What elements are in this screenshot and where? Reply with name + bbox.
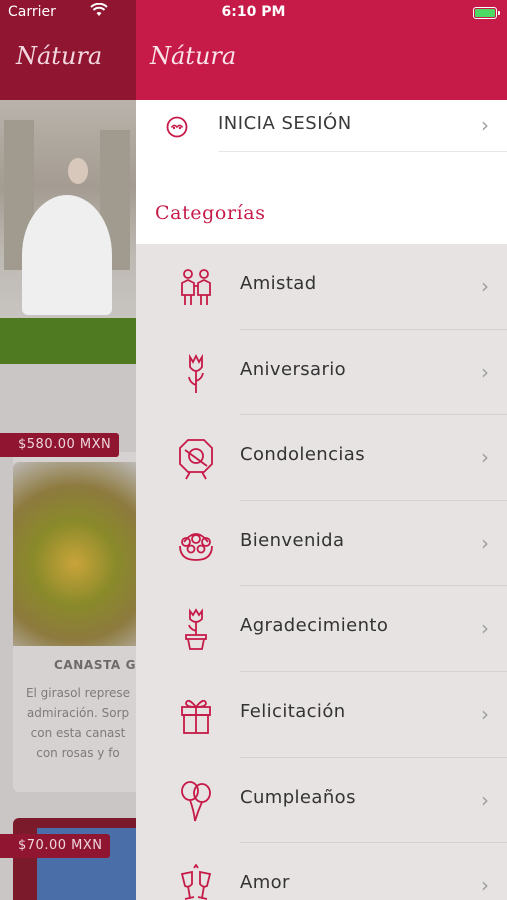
tulip-icon [188,353,204,393]
product-title: CANASTA GI [54,658,136,672]
product-description: El girasol represe admiración. Sorp con … [25,686,131,760]
category-item-bienvenida[interactable]: Bienvenida › [136,501,507,587]
category-label: Cumpleaños [240,786,356,808]
categories-section-header: Categorías [136,152,507,244]
category-label: Amistad [240,273,317,294]
price-tag: $70.00 MXN [0,834,111,858]
chevron-right-icon: › [481,616,489,641]
login-button[interactable]: INICIA SESIÓN › [136,100,507,152]
chevron-right-icon: › [481,445,489,470]
category-item-aniversario[interactable]: Aniversario › [136,330,507,416]
login-label: INICIA SESIÓN [218,113,352,134]
section-title: Categorías [155,202,266,224]
chevron-right-icon: › [481,274,489,298]
potted-flower-icon [185,608,207,651]
chevron-right-icon: › [481,530,489,555]
friends-icon [181,269,211,305]
category-list: Amistad › Aniversario › Condolencias › B… [136,244,507,900]
category-item-condolencias[interactable]: Condolencias › [136,415,507,501]
category-item-amor[interactable]: Amor › [136,843,507,900]
price-tag: $580.00 MXN [0,433,120,457]
banner-strip [0,318,136,364]
status-bar: Carrier 6:10 PM [0,0,507,26]
flower-basket-icon [179,532,213,561]
chevron-right-icon: › [481,873,489,898]
chevron-right-icon: › [481,359,489,384]
category-item-amistad[interactable]: Amistad › [136,244,507,330]
gift-icon [181,699,211,734]
chevron-right-icon: › [481,701,489,726]
user-login-icon [166,116,188,138]
category-label: Bienvenida [240,529,345,551]
app-logo: Nátura [150,42,237,70]
category-item-cumpleanos[interactable]: Cumpleaños › [136,758,507,844]
category-item-felicitacion[interactable]: Felicitación › [136,672,507,758]
background-content: Nátura $580.00 MXN CANASTA GI El girasol… [0,0,136,900]
banner-photo [0,100,136,318]
category-label: Amor [240,872,290,894]
side-drawer: Nátura INICIA SESIÓN › Categorías Amista… [136,0,507,900]
product-image [13,462,136,646]
background-logo: Nátura [16,42,103,70]
product-card[interactable] [13,818,136,900]
chevron-right-icon: › [481,113,489,137]
category-label: Aniversario [240,358,347,380]
balloons-icon [181,780,211,821]
clock: 6:10 PM [221,4,286,20]
category-label: Felicitación [240,700,346,722]
chevron-right-icon: › [481,787,489,812]
category-label: Condolencias [240,444,366,466]
wreath-icon [179,439,213,480]
category-item-agradecimiento[interactable]: Agradecimiento › [136,586,507,672]
category-label: Agradecimiento [240,615,389,637]
battery-icon [473,7,500,19]
champagne-glasses-icon [180,864,212,900]
